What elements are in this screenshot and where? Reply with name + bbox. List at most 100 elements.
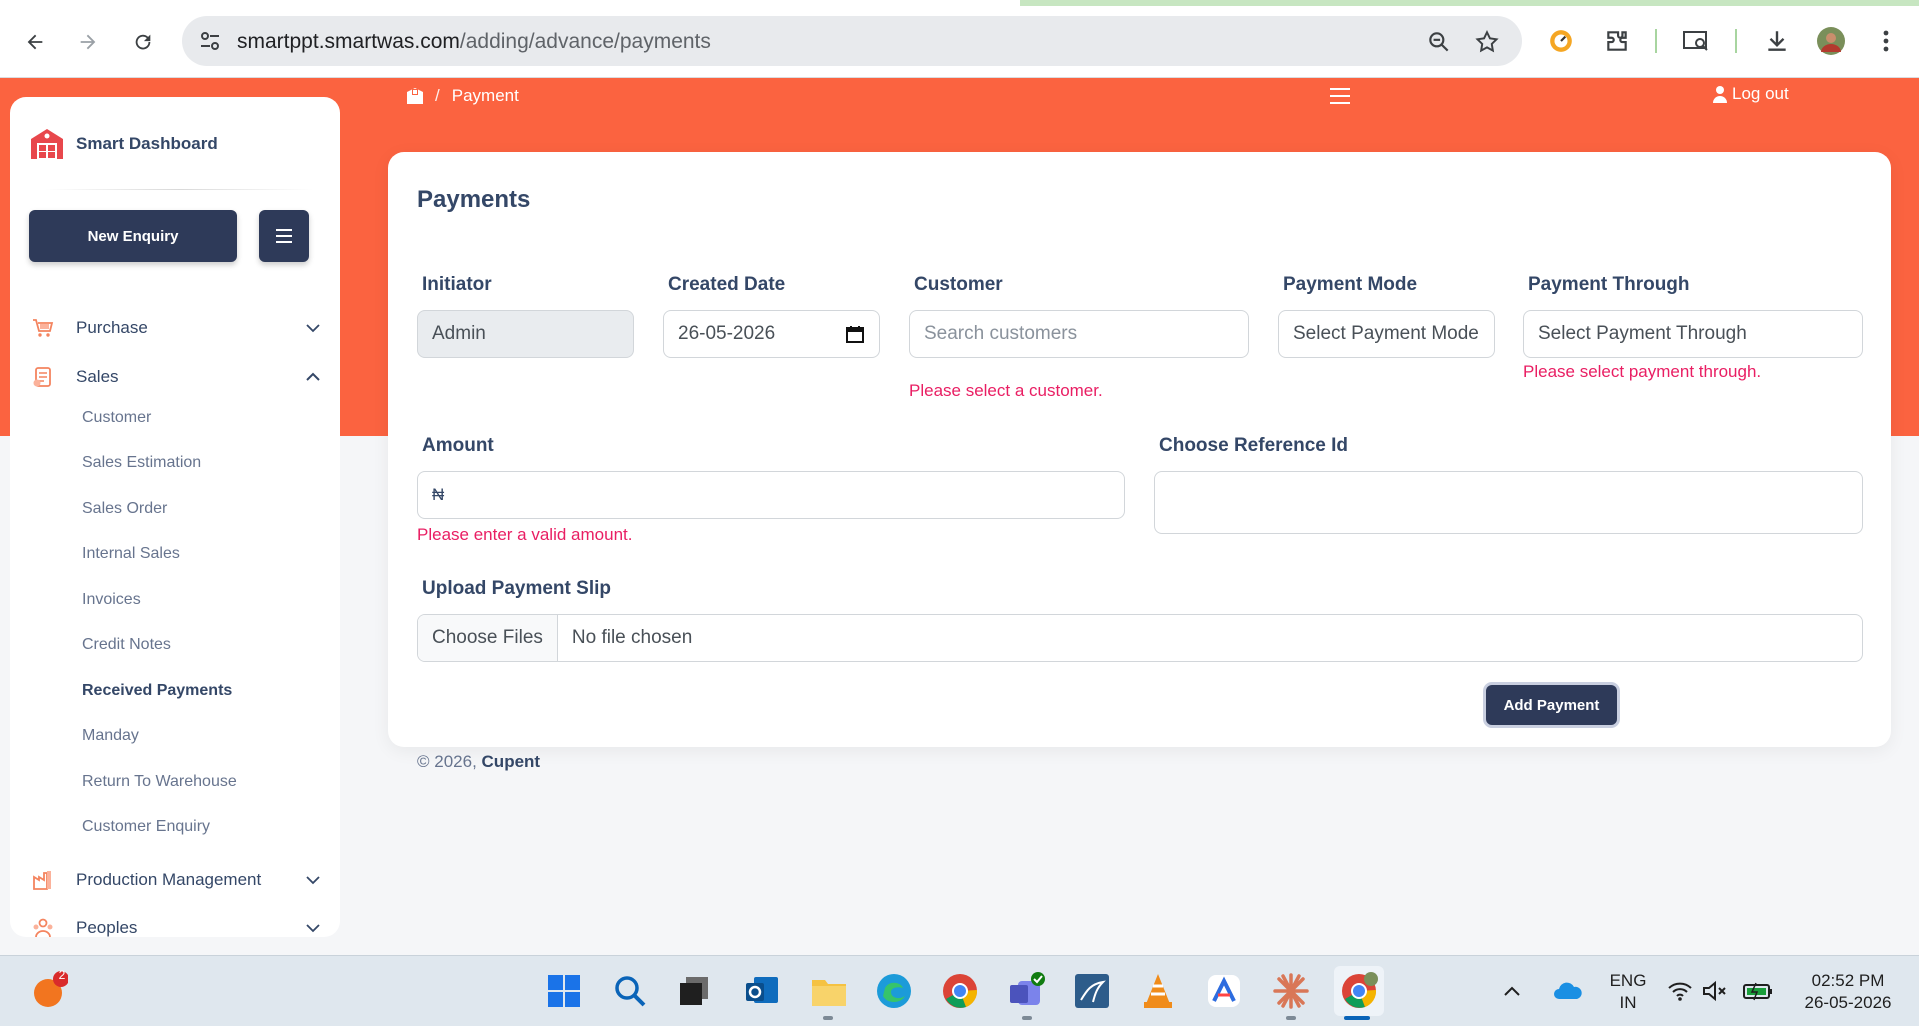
chevron-down-icon [306, 876, 320, 885]
sidebar-item-sales[interactable]: Sales [30, 362, 330, 392]
region-code: IN [1619, 993, 1637, 1012]
payment-mode-select[interactable]: Select Payment Mode [1278, 310, 1495, 358]
toolbar-separator [1655, 29, 1657, 53]
sidebar-menu-button[interactable] [259, 210, 309, 262]
windows-taskbar: 2 ENG IN 02:52 PM 26-05-2026 [0, 955, 1919, 1026]
customer-placeholder: Search customers [924, 323, 1078, 344]
task-view-icon[interactable] [673, 970, 715, 1012]
new-enquiry-button[interactable]: New Enquiry [29, 210, 237, 262]
claude-icon[interactable] [1270, 970, 1312, 1012]
logout-label: Log out [1732, 84, 1789, 103]
upload-slip-input[interactable]: Choose Files No file chosen [417, 614, 1863, 662]
sidebar-subitem-return-to-warehouse[interactable]: Return To Warehouse [82, 773, 237, 791]
customer-label: Customer [914, 274, 1003, 295]
browser-menu-icon[interactable] [1870, 25, 1902, 57]
sidebar-subitem-internal-sales[interactable]: Internal Sales [82, 545, 180, 563]
upload-slip-label: Upload Payment Slip [422, 578, 611, 599]
onedrive-icon[interactable] [1550, 970, 1586, 1012]
initiator-field: Admin [417, 310, 634, 358]
sidebar-subitem-sales-order[interactable]: Sales Order [82, 500, 167, 518]
payment-mode-label: Payment Mode [1283, 274, 1418, 295]
sidebar-subitem-customer-enquiry[interactable]: Customer Enquiry [82, 818, 210, 836]
chevron-up-icon[interactable] [1500, 970, 1524, 1012]
clock-time: 02:52 PM [1811, 971, 1885, 990]
weather-widget-icon[interactable]: 2 [27, 968, 69, 1012]
sidebar-item-peoples[interactable]: Peoples [30, 913, 330, 937]
sidebar-subitem-received-payments[interactable]: Received Payments [82, 682, 232, 700]
sidebar-item-label: Sales [76, 367, 119, 386]
teams-icon[interactable] [1005, 970, 1047, 1012]
chevron-up-icon [306, 372, 320, 381]
sidebar-item-purchase[interactable]: Purchase [30, 313, 330, 343]
reference-id-label: Choose Reference Id [1159, 435, 1348, 456]
copyright-text: © 2026, [417, 752, 477, 771]
customer-error: Please select a customer. [909, 381, 1103, 400]
breadcrumb-current: Payment [451, 86, 519, 105]
customer-search-input[interactable]: Search customers [909, 310, 1249, 358]
back-icon[interactable] [19, 26, 51, 58]
volume-muted-icon[interactable] [1700, 970, 1730, 1012]
cast-search-icon[interactable] [1680, 25, 1712, 57]
wifi-icon[interactable] [1665, 970, 1695, 1012]
download-icon[interactable] [1761, 25, 1793, 57]
warehouse-logo-icon [31, 129, 63, 159]
sidebar-subitem-sales-estimation[interactable]: Sales Estimation [82, 454, 201, 472]
payment-form-card: Payments Initiator Admin Created Date 26… [388, 152, 1891, 747]
running-indicator [1022, 1016, 1032, 1020]
chrome-icon[interactable] [939, 970, 981, 1012]
clock[interactable]: 02:52 PM 26-05-2026 [1785, 970, 1911, 1014]
sidebar-subitem-invoices[interactable]: Invoices [82, 591, 141, 609]
extensions-puzzle-icon[interactable] [1601, 25, 1633, 57]
forward-icon[interactable] [72, 26, 104, 58]
chevron-down-icon [306, 924, 320, 933]
zoom-icon[interactable] [1426, 29, 1452, 55]
sidebar-subitem-credit-notes[interactable]: Credit Notes [82, 636, 171, 654]
language-indicator[interactable]: ENG IN [1605, 970, 1651, 1014]
clock-date: 26-05-2026 [1804, 993, 1892, 1012]
profile-avatar-icon[interactable] [1815, 25, 1847, 57]
amount-input[interactable]: ₦ [417, 471, 1125, 519]
calendar-icon[interactable] [845, 324, 865, 344]
language-code: ENG [1609, 971, 1647, 990]
battery-icon[interactable] [1740, 970, 1776, 1012]
logout-link[interactable]: Log out [1712, 84, 1789, 104]
home-icon[interactable] [405, 86, 425, 106]
breadcrumb: / Payment [405, 86, 519, 106]
choose-files-button[interactable]: Choose Files [418, 615, 558, 661]
sidebar-item-label: Production Management [76, 870, 262, 889]
company-link[interactable]: Cupent [482, 752, 541, 771]
sidebar-item-production-management[interactable]: Production Management [30, 865, 330, 895]
brand[interactable]: Smart Dashboard [28, 125, 218, 163]
arc-app-icon[interactable] [1203, 970, 1245, 1012]
running-indicator [823, 1016, 833, 1020]
sidebar-subitem-customer[interactable]: Customer [82, 409, 151, 427]
chrome-profile-icon[interactable] [1334, 966, 1384, 1016]
sales-icon [30, 364, 56, 390]
running-indicator [1286, 1016, 1296, 1020]
bookmark-star-icon[interactable] [1474, 29, 1500, 55]
file-explorer-icon[interactable] [808, 970, 850, 1012]
payment-through-label: Payment Through [1528, 274, 1690, 295]
mysql-workbench-icon[interactable] [1071, 970, 1113, 1012]
created-date-input[interactable]: 26-05-2026 [663, 310, 880, 358]
hamburger-menu-icon[interactable] [1329, 86, 1351, 106]
payment-through-select[interactable]: Select Payment Through [1523, 310, 1863, 358]
payment-through-value: Select Payment Through [1538, 323, 1747, 344]
reference-id-select[interactable] [1154, 471, 1863, 534]
reload-icon[interactable] [127, 26, 159, 58]
sidebar-subitem-manday[interactable]: Manday [82, 727, 139, 745]
amount-error: Please enter a valid amount. [417, 525, 633, 544]
created-date-value: 26-05-2026 [678, 323, 776, 344]
toolbar-separator [1735, 29, 1737, 53]
search-icon[interactable] [609, 970, 651, 1012]
outlook-icon[interactable] [741, 970, 783, 1012]
vlc-icon[interactable] [1137, 970, 1179, 1012]
windows-start-icon[interactable] [543, 970, 585, 1012]
browser-toolbar: smartppt.smartwas.com/adding/advance/pay… [0, 0, 1919, 78]
address-bar[interactable]: smartppt.smartwas.com/adding/advance/pay… [182, 16, 1522, 66]
edge-icon[interactable] [873, 970, 915, 1012]
add-payment-button[interactable]: Add Payment [1486, 685, 1617, 725]
site-settings-icon[interactable] [198, 29, 222, 53]
breadcrumb-separator: / [435, 86, 440, 105]
extension-gauge-icon[interactable] [1545, 25, 1577, 57]
